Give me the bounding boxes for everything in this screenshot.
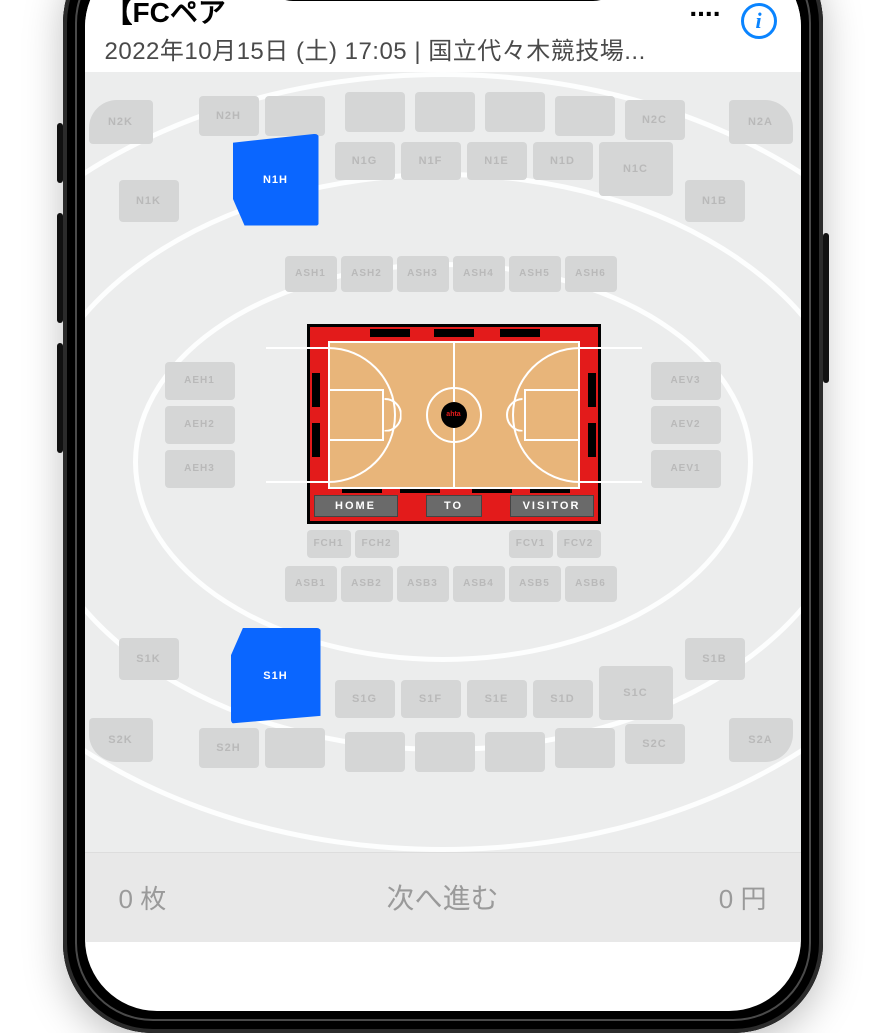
section-s1b[interactable]: S1B <box>685 638 745 680</box>
section-aeh2[interactable]: AEH2 <box>165 406 235 444</box>
section-s1f[interactable]: S1F <box>401 680 461 718</box>
phone-frame: 【FCペア .... 2022年10月15日 (土) 17:05 | 国立代々木… <box>63 0 823 1033</box>
section-n1h-outer[interactable] <box>265 96 325 136</box>
section-n1f-outer[interactable] <box>415 92 475 132</box>
section-n2c[interactable]: N2C <box>625 100 685 140</box>
section-asb6[interactable]: ASB6 <box>565 566 617 602</box>
ticket-quantity: 0 枚 <box>119 879 167 916</box>
section-asb3[interactable]: ASB3 <box>397 566 449 602</box>
section-n1b[interactable]: N1B <box>685 180 745 222</box>
section-s1c[interactable]: S1C <box>599 666 673 720</box>
court-floor: ahta <box>328 341 580 489</box>
court-ad <box>434 329 474 337</box>
side-button <box>57 213 63 323</box>
section-aev3[interactable]: AEV3 <box>651 362 721 400</box>
section-fch1[interactable]: FCH1 <box>307 530 351 558</box>
center-logo-text: ahta <box>446 411 460 418</box>
section-n1c[interactable]: N1C <box>599 142 673 196</box>
side-button <box>823 233 829 383</box>
section-s1k[interactable]: S1K <box>119 638 179 680</box>
footer-bar: 0 枚 次へ進む 0 円 <box>85 852 801 942</box>
price-suffix: 円 <box>740 884 766 914</box>
qty-value: 0 <box>119 884 133 914</box>
section-n1k[interactable]: N1K <box>119 180 179 222</box>
header: 【FCペア .... 2022年10月15日 (土) 17:05 | 国立代々木… <box>85 0 801 72</box>
section-s1g[interactable]: S1G <box>335 680 395 718</box>
seat-map[interactable]: N2K N2H N2C N2A N1K N1H N1G N1F N1E N1D … <box>85 72 801 852</box>
bench-visitor-label: VISITOR <box>510 495 594 517</box>
section-ash1[interactable]: ASH1 <box>285 256 337 292</box>
next-button[interactable]: 次へ進む <box>386 877 498 917</box>
section-fcv1[interactable]: FCV1 <box>509 530 553 558</box>
section-n1e[interactable]: N1E <box>467 142 527 180</box>
section-ash5[interactable]: ASH5 <box>509 256 561 292</box>
section-fch2[interactable]: FCH2 <box>355 530 399 558</box>
section-s1d-outer[interactable] <box>555 728 615 768</box>
basketball-court: ahta HOME TO VISITOR <box>307 324 601 524</box>
section-n1g-outer[interactable] <box>345 92 405 132</box>
event-datetime-venue: 2022年10月15日 (土) 17:05 | 国立代々木競技場... <box>105 31 781 66</box>
section-s1d[interactable]: S1D <box>533 680 593 718</box>
section-s2c[interactable]: S2C <box>625 724 685 764</box>
court-ad <box>370 329 410 337</box>
price-value: 0 <box>719 884 733 914</box>
section-n2k[interactable]: N2K <box>89 100 153 144</box>
section-n2h[interactable]: N2H <box>199 96 259 136</box>
section-ash3[interactable]: ASH3 <box>397 256 449 292</box>
qty-suffix: 枚 <box>140 884 166 914</box>
screen: 【FCペア .... 2022年10月15日 (土) 17:05 | 国立代々木… <box>85 0 801 1011</box>
bench-to-label: TO <box>426 495 482 517</box>
section-aev1[interactable]: AEV1 <box>651 450 721 488</box>
section-asb4[interactable]: ASB4 <box>453 566 505 602</box>
section-s2a[interactable]: S2A <box>729 718 793 762</box>
section-s1h-available[interactable]: S1H <box>231 628 321 724</box>
section-aeh3[interactable]: AEH3 <box>165 450 235 488</box>
title-text: 【FCペア <box>105 0 226 28</box>
section-asb5[interactable]: ASB5 <box>509 566 561 602</box>
info-icon[interactable]: i <box>741 3 777 39</box>
total-price: 0 円 <box>719 879 767 916</box>
section-s2k[interactable]: S2K <box>89 718 153 762</box>
center-logo: ahta <box>441 402 467 428</box>
court-ad <box>500 329 540 337</box>
section-ash4[interactable]: ASH4 <box>453 256 505 292</box>
page-title: 【FCペア .... <box>105 0 781 31</box>
section-s1e[interactable]: S1E <box>467 680 527 718</box>
section-ash2[interactable]: ASH2 <box>341 256 393 292</box>
section-aev2[interactable]: AEV2 <box>651 406 721 444</box>
key-left <box>330 389 384 441</box>
device-notch <box>263 0 623 1</box>
section-s2h[interactable]: S2H <box>199 728 259 768</box>
section-fcv2[interactable]: FCV2 <box>557 530 601 558</box>
section-asb1[interactable]: ASB1 <box>285 566 337 602</box>
section-n2a[interactable]: N2A <box>729 100 793 144</box>
key-right <box>524 389 578 441</box>
section-s1g-outer[interactable] <box>345 732 405 772</box>
section-ash6[interactable]: ASH6 <box>565 256 617 292</box>
bench-home-label: HOME <box>314 495 398 517</box>
section-asb2[interactable]: ASB2 <box>341 566 393 602</box>
section-n1g[interactable]: N1G <box>335 142 395 180</box>
section-s1e-outer[interactable] <box>485 732 545 772</box>
section-n1f[interactable]: N1F <box>401 142 461 180</box>
section-s1h-outer[interactable] <box>265 728 325 768</box>
section-n1d[interactable]: N1D <box>533 142 593 180</box>
section-n1h-available[interactable]: N1H <box>233 134 319 226</box>
section-s1f-outer[interactable] <box>415 732 475 772</box>
section-aeh1[interactable]: AEH1 <box>165 362 235 400</box>
section-n1e-outer[interactable] <box>485 92 545 132</box>
section-n1d-outer[interactable] <box>555 96 615 136</box>
side-button <box>57 343 63 453</box>
side-button <box>57 123 63 183</box>
